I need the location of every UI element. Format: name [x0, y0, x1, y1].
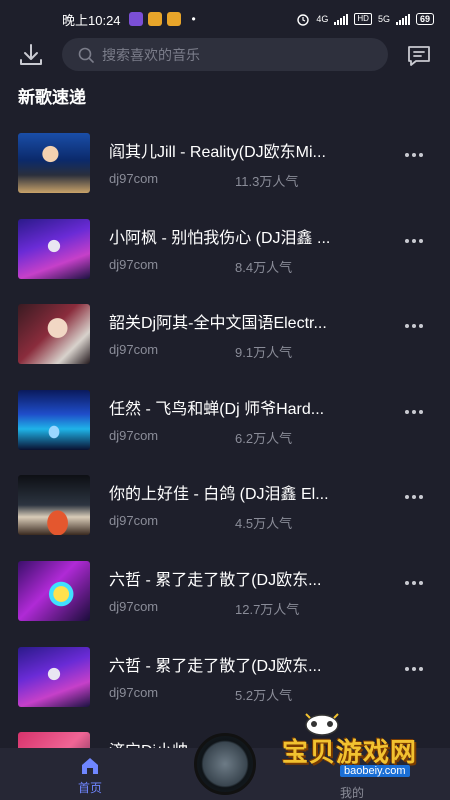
network-type-label: 5G [377, 14, 390, 24]
song-list-item[interactable]: 六哲 - 累了走了散了(DJ欧东... dj97com 12.7万人气 [0, 556, 450, 642]
search-placeholder: 搜索喜欢的音乐 [102, 46, 200, 63]
song-title: 你的上好佳 - 白鸽 (DJ泪鑫 El... [109, 486, 329, 504]
song-title: 任然 - 飞鸟和蝉(Dj 师爷Hard... [109, 400, 325, 418]
alarm-icon [297, 14, 310, 26]
home-icon [82, 758, 98, 774]
search-input[interactable]: 搜索喜欢的音乐 [62, 38, 388, 71]
section-title: 新歌速递 [18, 88, 86, 107]
status-time: 晚上10:24 [62, 12, 121, 28]
song-popularity: 6.2万人气 [235, 430, 293, 446]
search-icon [78, 47, 94, 63]
signal-icon [395, 13, 410, 25]
watermark-text: 宝贝游戏网 [282, 738, 418, 768]
song-cover-image [18, 646, 90, 707]
song-source: dj97com [109, 598, 159, 614]
song-cover-image [18, 560, 90, 621]
app-notification-icon [147, 12, 162, 26]
song-list: 阎其儿Jill - Reality(DJ欧东Mi... dj97com 11.3… [0, 128, 450, 800]
more-notifications-icon: • [191, 12, 196, 26]
song-popularity: 4.5万人气 [235, 516, 293, 532]
song-source: dj97com [109, 684, 159, 700]
song-source: dj97com [109, 427, 159, 443]
message-icon[interactable] [406, 43, 432, 69]
hd-badge: HD [354, 13, 372, 25]
song-popularity: 9.1万人气 [235, 345, 293, 361]
song-list-item[interactable]: 小阿枫 - 别怕我伤心 (DJ泪鑫 ... dj97com 8.4万人气 [0, 214, 450, 300]
app-notification-icon [128, 12, 143, 26]
top-bar: 搜索喜欢的音乐 [0, 38, 450, 72]
song-popularity: 12.7万人气 [235, 601, 300, 617]
song-list-item[interactable]: 韶关Dj阿其-全中文国语Electr... dj97com 9.1万人气 [0, 299, 450, 385]
status-bar: 晚上10:24 • 4G HD 5G 69 [0, 0, 450, 38]
song-cover-image [18, 475, 90, 536]
more-options-icon[interactable] [405, 236, 429, 246]
more-options-icon[interactable] [405, 578, 429, 588]
now-playing-disc[interactable] [194, 733, 256, 795]
song-title: 韶关Dj阿其-全中文国语Electr... [109, 315, 327, 333]
battery-icon: 69 [415, 13, 434, 25]
song-cover-image [18, 389, 90, 450]
more-options-icon[interactable] [405, 492, 429, 502]
nav-home[interactable]: 首页 [70, 756, 110, 796]
watermark: 宝贝游戏网 baobeiy.com [262, 710, 442, 790]
more-options-icon[interactable] [405, 321, 429, 331]
song-list-item[interactable]: 任然 - 飞鸟和蝉(Dj 师爷Hard... dj97com 6.2万人气 [0, 385, 450, 471]
song-title: 六哲 - 累了走了散了(DJ欧东... [109, 657, 322, 675]
song-title: 六哲 - 累了走了散了(DJ欧东... [109, 571, 322, 589]
app-notification-icon [166, 12, 181, 26]
song-title: 小阿枫 - 别怕我伤心 (DJ泪鑫 ... [109, 229, 331, 247]
song-cover-image [18, 218, 90, 279]
network-type-label: 4G [316, 14, 329, 24]
more-options-icon[interactable] [405, 407, 429, 417]
song-cover-image [18, 304, 90, 365]
status-indicators: 4G HD 5G 69 [296, 12, 434, 26]
download-icon[interactable] [18, 42, 44, 68]
watermark-url: baobeiy.com [340, 765, 410, 777]
song-popularity: 5.2万人气 [235, 687, 293, 703]
song-list-item[interactable]: 你的上好佳 - 白鸽 (DJ泪鑫 El... dj97com 4.5万人气 [0, 470, 450, 556]
song-list-item[interactable]: 阎其儿Jill - Reality(DJ欧东Mi... dj97com 11.3… [0, 128, 450, 214]
song-source: dj97com [109, 256, 159, 272]
song-cover-image [18, 133, 90, 193]
song-source: dj97com [109, 342, 159, 358]
more-options-icon[interactable] [405, 150, 429, 160]
song-source: dj97com [109, 171, 159, 186]
song-popularity: 11.3万人气 [235, 174, 299, 189]
song-title: 阎其儿Jill - Reality(DJ欧东Mi... [109, 144, 326, 161]
song-popularity: 8.4万人气 [235, 259, 293, 275]
nav-home-label: 首页 [77, 781, 102, 795]
signal-icon [334, 13, 349, 25]
song-source: dj97com [109, 513, 159, 529]
more-options-icon[interactable] [405, 664, 429, 674]
